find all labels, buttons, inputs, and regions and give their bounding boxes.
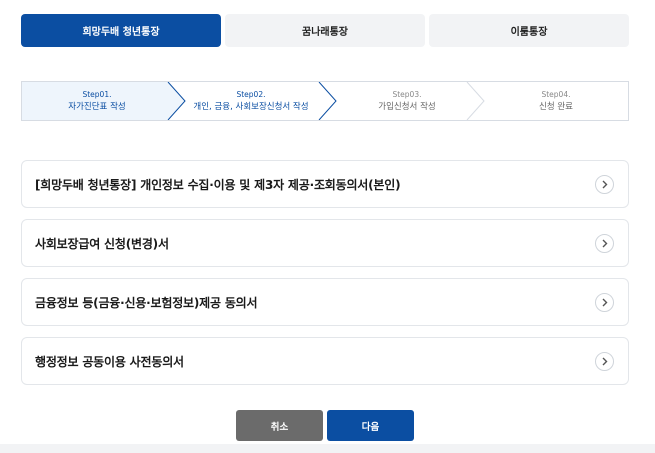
footer-band: [0, 444, 655, 453]
chevron-right-icon[interactable]: [595, 174, 614, 194]
step-1-number: Step01.: [82, 90, 112, 99]
step-4-name: 신청 완료: [539, 102, 573, 112]
step-3: Step03. 가입신청서 작성: [332, 82, 482, 120]
step-1-name: 자가진단표 작성: [68, 102, 126, 112]
consent-item-social-security[interactable]: 사회보장급여 신청(변경)서: [21, 219, 629, 267]
step-4: Step04. 신청 완료: [482, 82, 628, 120]
consent-title: [희망두배 청년통장] 개인정보 수집·이용 및 제3자 제공·조회동의서(본인…: [35, 177, 401, 192]
step-3-number: Step03.: [392, 90, 422, 99]
step-2: Step02. 개인, 금융, 사회보장신청서 작성: [172, 82, 330, 120]
consent-title: 금융정보 등(금융·신용·보험정보)제공 동의서: [35, 295, 258, 310]
consent-item-financial-info[interactable]: 금융정보 등(금융·신용·보험정보)제공 동의서: [21, 278, 629, 326]
tab-irum[interactable]: 이룸통장: [429, 14, 629, 47]
cancel-button[interactable]: 취소: [236, 410, 323, 441]
tab-kkumnarae[interactable]: 꿈나래통장: [225, 14, 425, 47]
step-2-number: Step02.: [236, 90, 266, 99]
step-1: Step01. 자가진단표 작성: [22, 82, 172, 120]
tab-hope-double[interactable]: 희망두배 청년통장: [21, 14, 221, 47]
chevron-right-icon[interactable]: [595, 292, 614, 312]
step-2-name: 개인, 금융, 사회보장신청서 작성: [193, 102, 309, 112]
consent-item-privacy[interactable]: [희망두배 청년통장] 개인정보 수집·이용 및 제3자 제공·조회동의서(본인…: [21, 160, 629, 208]
consent-item-admin-info[interactable]: 행정정보 공동이용 사전동의서: [21, 337, 629, 385]
program-tabs: 희망두배 청년통장 꿈나래통장 이룸통장: [21, 14, 629, 47]
consent-title: 행정정보 공동이용 사전동의서: [35, 354, 184, 369]
next-button[interactable]: 다음: [327, 410, 414, 441]
step-3-name: 가입신청서 작성: [378, 102, 436, 112]
chevron-right-icon[interactable]: [595, 233, 614, 253]
chevron-right-icon[interactable]: [595, 351, 614, 371]
step-4-number: Step04.: [541, 90, 571, 99]
consent-title: 사회보장급여 신청(변경)서: [35, 236, 169, 251]
progress-stepper: Step01. 자가진단표 작성 Step02. 개인, 금융, 사회보장신청서…: [21, 81, 629, 121]
